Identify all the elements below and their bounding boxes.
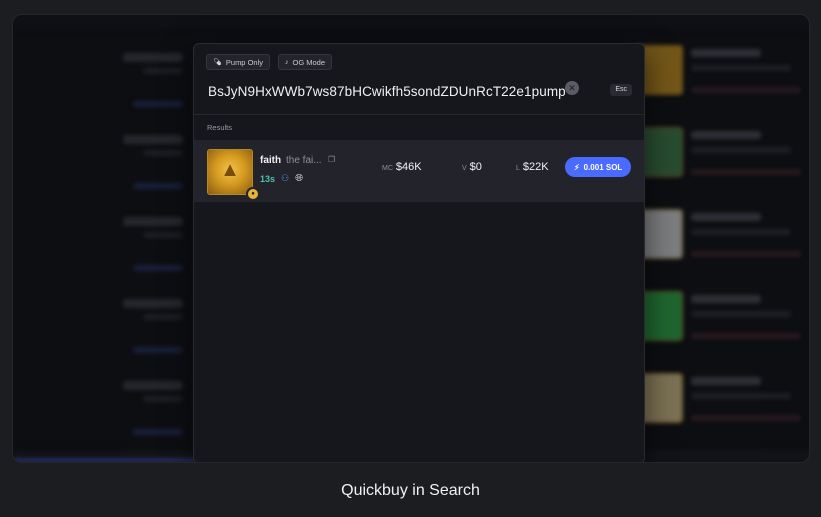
filter-label: OG Mode [292,57,326,67]
stat-label: MC [382,165,393,172]
market-cap-stat: MC $46K [382,161,422,173]
token-meta: 13s ⚇ 🌐︎ [260,173,303,184]
stat-value: $46K [395,161,422,173]
token-name: faith [260,155,282,166]
token-fullname: the fai... [286,155,322,166]
background-token-card [631,283,809,361]
quickbuy-amount: 0.001 SOL [583,162,623,172]
search-result-row[interactable]: ▲ ● faith the fai... ❐ 13s ⚇ 🌐︎ MC $46K V… [194,140,644,202]
liquidity-stat: L $22K [516,161,549,173]
globe-icon[interactable]: 🌐︎ [295,173,303,184]
clear-icon[interactable]: ✕ [565,81,579,95]
background-row [13,269,193,353]
background-token-list [631,15,809,462]
search-filters: 💊︎ Pump Only ♪ OG Mode [206,54,333,70]
background-token-card [631,119,809,197]
background-token-card [631,37,809,115]
quickbuy-button[interactable]: ⚡︎ 0.001 SOL [565,157,632,177]
search-bar: ✕ Esc [206,80,632,104]
token-age: 13s [260,173,276,184]
token-avatar: ▲ [207,149,253,195]
og-mode-toggle[interactable]: ♪ OG Mode [278,54,333,70]
cat-icon: ▲ [220,159,240,181]
stat-label: L [516,165,520,172]
bell-icon: ♪ [285,58,289,66]
stat-value: $22K [522,161,549,173]
volume-stat: V $0 [462,161,482,173]
background-row [13,105,193,189]
background-row [13,23,193,107]
app-screenshot-frame: 💊︎ Pump Only ♪ OG Mode ✕ Esc Results ▲ ●… [12,14,810,463]
stat-label: V [462,165,467,172]
background-row [13,351,193,435]
pump-only-toggle[interactable]: 💊︎ Pump Only [206,54,270,70]
search-input[interactable] [206,80,585,102]
background-token-card [631,365,809,443]
esc-button[interactable]: Esc [610,84,632,96]
divider [194,114,644,115]
holders-icon: ⚇ [281,173,290,183]
caption: Quickbuy in Search [341,482,480,499]
pump-badge-icon: ● [246,187,260,201]
background-row [13,187,193,271]
copy-icon[interactable]: ❐ [328,155,335,164]
search-modal: 💊︎ Pump Only ♪ OG Mode ✕ Esc Results ▲ ●… [193,43,645,462]
lightning-icon: ⚡︎ [574,162,580,172]
filter-label: Pump Only [225,57,263,67]
pill-icon: 💊︎ [213,59,222,66]
stat-value: $0 [469,161,482,173]
background-token-card [631,201,809,279]
results-heading: Results [207,123,233,132]
